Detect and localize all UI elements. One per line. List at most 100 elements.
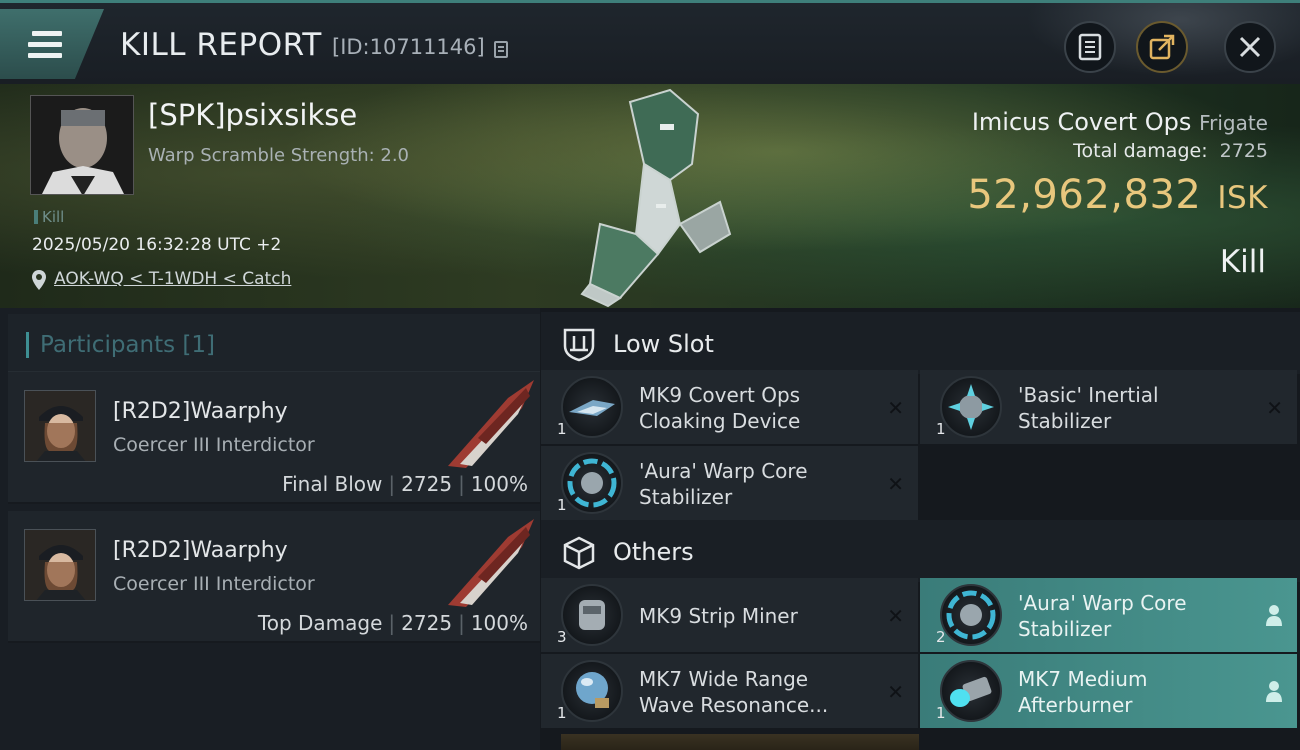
destroyed-icon: ✕ — [887, 472, 904, 496]
participant-ship: Coercer III Interdictor — [113, 573, 315, 595]
module-quantity: 1 — [557, 420, 567, 438]
kill-tag: Kill — [34, 208, 64, 226]
location-pin-icon — [32, 270, 46, 290]
dropped-person-icon — [1266, 681, 1282, 702]
module-slot[interactable]: 1 MK9 Covert Ops Cloaking Device ✕ — [541, 370, 918, 444]
close-icon — [1239, 36, 1261, 58]
result-label: Kill — [1219, 244, 1266, 280]
destroyed-icon: ✕ — [887, 396, 904, 420]
module-name-line: Afterburner — [1018, 693, 1133, 717]
participant-row[interactable]: [R2D2]Waarphy Coercer III Interdictor Fi… — [8, 372, 540, 504]
module-quantity: 1 — [936, 420, 946, 438]
dropped-person-icon — [1266, 605, 1282, 626]
module-quantity: 3 — [557, 628, 567, 646]
module-name: 'Aura' Warp Core Stabilizer — [1018, 590, 1258, 642]
module-name: 'Aura' Warp Core Stabilizer — [639, 458, 879, 510]
participant-damage: 2725 — [401, 611, 453, 635]
close-button[interactable] — [1224, 21, 1276, 73]
isk-unit: ISK — [1217, 180, 1268, 216]
destroyed-icon: ✕ — [1266, 396, 1283, 420]
participant-row[interactable]: [R2D2]Waarphy Coercer III Interdictor To… — [8, 511, 540, 643]
victim-ship-name[interactable]: Imicus Covert Ops — [972, 108, 1192, 136]
module-slot[interactable]: 1 MK7 Medium Afterburner — [920, 654, 1297, 728]
header-bar: KILL REPORT [ID:10711146] — [0, 0, 1300, 87]
participants-count: [1] — [182, 332, 216, 358]
total-damage-value: 2725 — [1219, 140, 1268, 162]
module-slot-partial[interactable] — [561, 734, 919, 750]
participant-stats: Top Damage | 2725 | 100% — [258, 611, 528, 635]
module-slot[interactable]: 3 MK9 Strip Miner ✕ — [541, 578, 918, 652]
module-slot[interactable]: 1 'Aura' Warp Core Stabilizer ✕ — [541, 446, 918, 520]
module-name: MK7 Medium Afterburner — [1018, 666, 1258, 718]
share-icon — [1149, 34, 1175, 60]
cloaking-device-icon — [561, 376, 623, 438]
participant-ship-image — [448, 519, 534, 607]
module-quantity: 1 — [557, 704, 567, 722]
module-name-line: Stabilizer — [1018, 617, 1112, 641]
participant-ship: Coercer III Interdictor — [113, 434, 315, 456]
warp-scramble-strength: Warp Scramble Strength: 2.0 — [148, 145, 410, 166]
participants-header: Participants [1] — [8, 314, 540, 372]
fitting-panel: Low Slot 1 MK9 Covert Ops Cloaking Device… — [541, 308, 1300, 750]
location-link[interactable]: AOK-WQ < T-1WDH < Catch — [54, 269, 291, 289]
cargo-box-icon — [563, 536, 595, 570]
isk-amount: 52,962,832 — [967, 172, 1202, 218]
participants-title: Participants [1] — [40, 332, 215, 358]
victim-ship-type: Imicus Covert Ops Frigate — [972, 108, 1268, 136]
victim-name[interactable]: [SPK]psixsikse — [148, 98, 357, 132]
log-button[interactable] — [1064, 21, 1116, 73]
hamburger-icon — [28, 31, 62, 64]
module-name: MK7 Wide Range Wave Resonance... — [639, 666, 879, 718]
participant-ship-image — [448, 380, 534, 468]
module-slot[interactable]: 1 'Basic' Inertial Stabilizer ✕ — [920, 370, 1297, 444]
module-slot[interactable]: 2 'Aura' Warp Core Stabilizer — [920, 578, 1297, 652]
others-header: Others — [541, 520, 1300, 582]
low-slot-label: Low Slot — [613, 330, 714, 358]
isk-value: 52,962,832 ISK — [967, 172, 1268, 218]
afterburner-icon — [940, 660, 1002, 722]
low-slot-header: Low Slot — [541, 312, 1300, 374]
share-button[interactable] — [1136, 21, 1188, 73]
module-name-line: Stabilizer — [639, 485, 733, 509]
stats-divider: | — [458, 611, 465, 635]
participant-name[interactable]: [R2D2]Waarphy — [113, 538, 288, 563]
victim-ship-image — [580, 88, 732, 308]
module-name: MK9 Covert Ops Cloaking Device — [639, 382, 879, 434]
participants-panel: Participants [1] [R2D2]Waarphy Coercer I… — [0, 308, 540, 750]
menu-button[interactable] — [0, 9, 104, 79]
destroyed-icon: ✕ — [887, 680, 904, 704]
module-name-line: 'Basic' Inertial — [1018, 383, 1159, 407]
participant-portrait — [25, 530, 95, 600]
module-name-line: 'Aura' Warp Core — [639, 459, 808, 483]
stats-divider: | — [388, 611, 396, 635]
clipboard-icon — [1078, 33, 1102, 61]
stats-divider: | — [458, 472, 465, 496]
module-name-line: MK9 Strip Miner — [639, 604, 798, 628]
total-damage-label: Total damage: — [1073, 140, 1208, 162]
module-name-line: MK7 Medium — [1018, 667, 1148, 691]
module-name-line: Stabilizer — [1018, 409, 1112, 433]
strip-miner-icon — [561, 584, 623, 646]
warp-core-stabilizer-icon — [940, 584, 1002, 646]
module-name-line: MK9 Covert Ops — [639, 383, 801, 407]
participant-percent: 100% — [470, 611, 528, 635]
wave-resonance-icon — [561, 660, 623, 722]
module-slot[interactable]: 1 MK7 Wide Range Wave Resonance... ✕ — [541, 654, 918, 728]
participant-avatar[interactable] — [24, 390, 96, 462]
module-quantity: 2 — [936, 628, 946, 646]
inertial-stabilizer-icon — [940, 376, 1002, 438]
copy-icon[interactable] — [494, 41, 508, 58]
participant-name[interactable]: [R2D2]Waarphy — [113, 399, 288, 424]
victim-avatar[interactable] — [30, 95, 134, 195]
victim-portrait — [31, 96, 133, 194]
participant-portrait — [25, 391, 95, 461]
participant-role: Top Damage — [257, 611, 383, 635]
destroyed-icon: ✕ — [887, 604, 904, 628]
module-quantity: 1 — [557, 496, 567, 514]
module-name: MK9 Strip Miner — [639, 603, 879, 629]
module-name-line: MK7 Wide Range — [639, 667, 809, 691]
participant-avatar[interactable] — [24, 529, 96, 601]
module-name-line: 'Aura' Warp Core — [1018, 591, 1187, 615]
module-name-line: Cloaking Device — [639, 409, 801, 433]
stats-divider: | — [388, 472, 396, 496]
